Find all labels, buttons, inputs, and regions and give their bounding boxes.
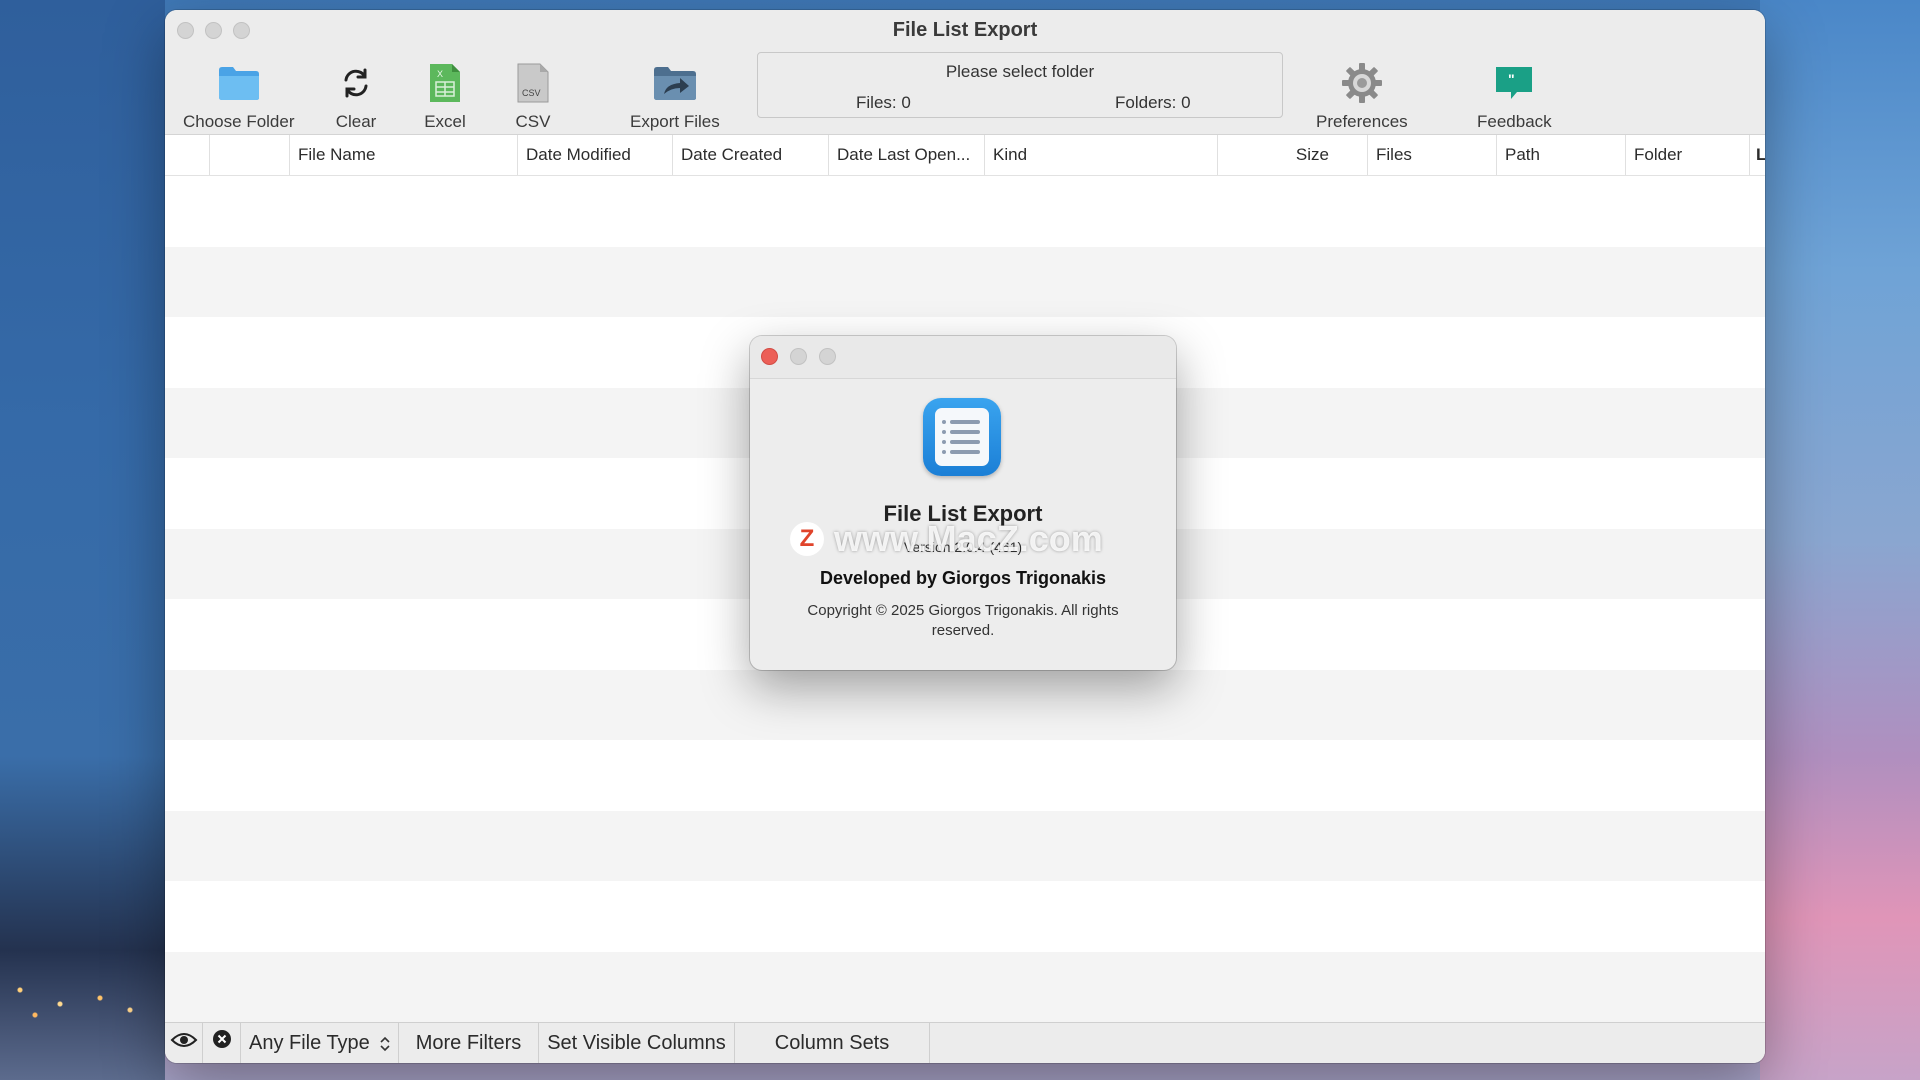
files-count: Files: 0 [856, 93, 911, 112]
more-filters-button[interactable]: More Filters [399, 1023, 539, 1063]
svg-text:": " [1508, 71, 1515, 87]
about-dialog: File List Export Version 2.0.4 (461) Dev… [750, 336, 1176, 670]
choose-folder-label: Choose Folder [183, 112, 295, 131]
export-arrow-icon [650, 58, 700, 108]
csv-file-icon: CSV [508, 58, 558, 108]
clear-button[interactable]: Clear [331, 58, 381, 132]
choose-folder-button[interactable]: Choose Folder [183, 58, 295, 132]
status-message: Please select folder [945, 62, 1095, 81]
column-header-path[interactable]: Path [1496, 135, 1627, 175]
about-copyright: Copyright © 2025 Giorgos Trigonakis. All… [807, 602, 1119, 639]
column-header-icon[interactable] [209, 135, 290, 175]
column-header-kind[interactable]: Kind [984, 135, 1213, 175]
desktop-wallpaper-left [0, 0, 165, 1080]
csv-button[interactable]: CSV CSV [508, 58, 558, 132]
file-type-value: Any File Type [249, 1032, 370, 1054]
app-icon [923, 398, 1001, 476]
watermark-logo: Z [790, 522, 824, 556]
about-developer: Developed by Giorgos Trigonakis [819, 568, 1107, 588]
set-visible-columns-button[interactable]: Set Visible Columns [539, 1023, 735, 1063]
svg-text:X: X [437, 69, 443, 79]
desktop-wallpaper-right [1760, 0, 1920, 1080]
about-titlebar [750, 336, 1176, 379]
folders-count: Folders: 0 [1115, 93, 1191, 112]
column-header-overflow[interactable]: L [1749, 135, 1765, 175]
wallpaper-city-lights [0, 960, 165, 1030]
bottom-filter-bar: Any File Type More Filters Set Visible C… [165, 1022, 1765, 1063]
excel-label: Excel [424, 112, 466, 131]
preferences-label: Preferences [1316, 112, 1408, 131]
about-close-button[interactable] [761, 348, 778, 365]
column-header-date-modified[interactable]: Date Modified [517, 135, 672, 175]
column-header-size[interactable]: Size [1217, 135, 1337, 175]
about-window-controls [761, 348, 836, 365]
column-header-date-created[interactable]: Date Created [672, 135, 829, 175]
excel-file-icon: X [420, 58, 470, 108]
toggle-visibility-button[interactable] [165, 1023, 203, 1063]
table-row [165, 810, 1765, 881]
about-zoom-button[interactable] [819, 348, 836, 365]
close-circle-icon [212, 1023, 232, 1063]
gear-icon [1337, 58, 1387, 108]
folder-icon [214, 58, 264, 108]
export-files-button[interactable]: Export Files [630, 58, 720, 132]
table-header: File Name Date Modified Date Created Dat… [165, 135, 1765, 176]
about-minimize-button[interactable] [790, 348, 807, 365]
eye-icon [170, 1023, 198, 1063]
table-row [165, 881, 1765, 952]
preferences-button[interactable]: Preferences [1316, 58, 1408, 132]
table-row [165, 669, 1765, 740]
window-title: File List Export [892, 19, 1038, 41]
clear-label: Clear [335, 112, 377, 131]
column-header-folder[interactable]: Folder [1625, 135, 1756, 175]
table-row [165, 176, 1765, 247]
export-files-label: Export Files [630, 112, 720, 131]
table-row [165, 951, 1765, 1022]
folder-status-panel: Please select folder Files: 0 Folders: 0 [757, 52, 1283, 118]
column-header-file-name[interactable]: File Name [289, 135, 528, 175]
table-row [165, 246, 1765, 317]
csv-icon-text: CSV [522, 88, 541, 98]
stepper-chevron-icon [380, 1023, 390, 1063]
feedback-label: Feedback [1477, 112, 1552, 131]
column-header-date-last-opened[interactable]: Date Last Open... [828, 135, 987, 175]
csv-label: CSV [515, 112, 551, 131]
toolbar: File List Export Choose Folder Clear X E… [165, 10, 1765, 135]
clear-filter-button[interactable] [203, 1023, 241, 1063]
document-icon [935, 408, 989, 466]
column-header-files[interactable]: Files [1367, 135, 1498, 175]
watermark: Z www.MacZ.com [790, 518, 1103, 560]
speech-bubble-icon: " [1489, 58, 1539, 108]
excel-button[interactable]: X Excel [420, 58, 470, 132]
feedback-button[interactable]: " Feedback [1477, 58, 1552, 132]
file-type-select[interactable]: Any File Type [241, 1023, 399, 1063]
refresh-icon [331, 58, 381, 108]
column-sets-button[interactable]: Column Sets [735, 1023, 930, 1063]
table-row [165, 740, 1765, 811]
watermark-text: www.MacZ.com [834, 518, 1103, 559]
